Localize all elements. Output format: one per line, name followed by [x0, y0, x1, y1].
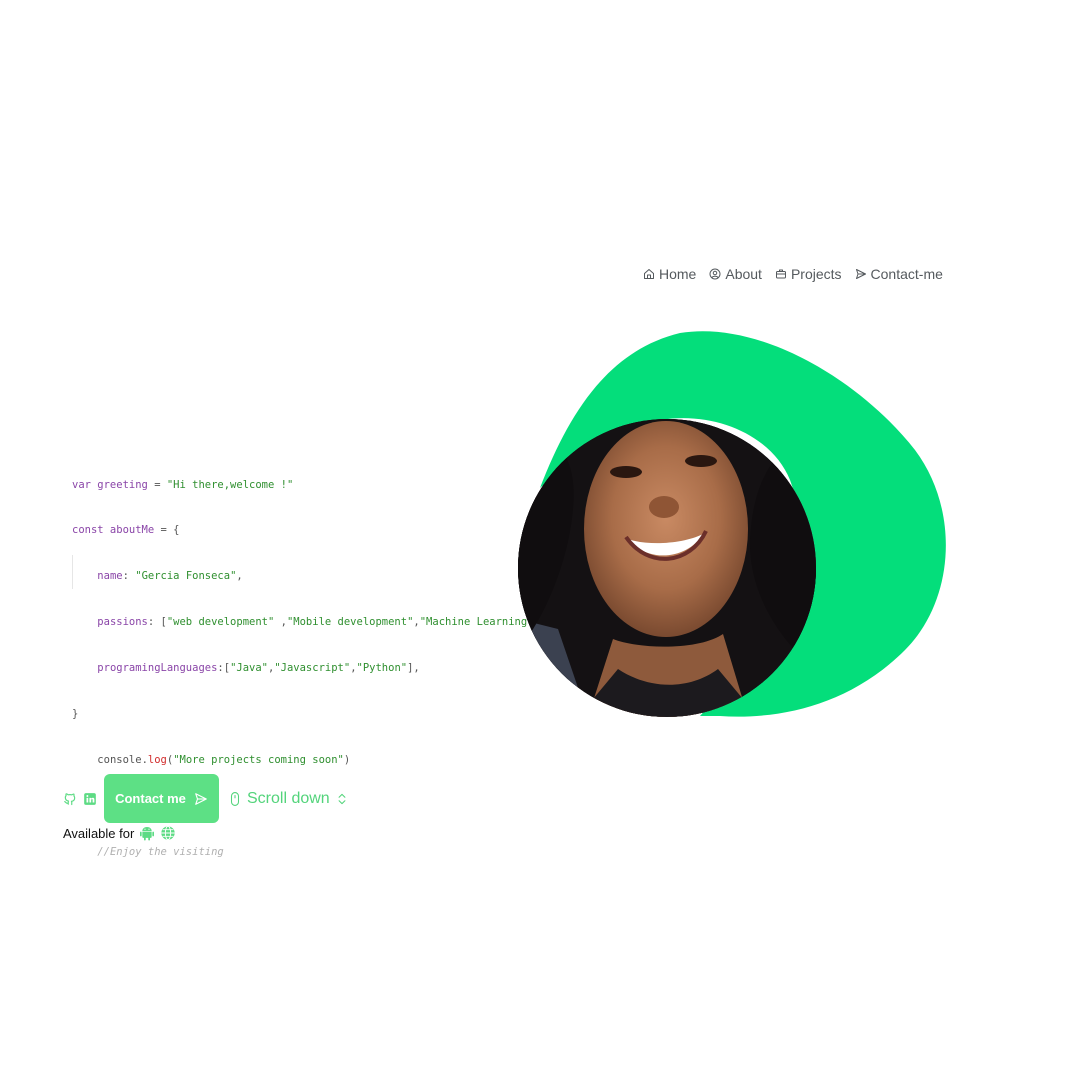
globe-icon: [161, 825, 175, 841]
code-line: var greeting = "Hi there,welcome !": [72, 478, 294, 491]
nav-contact[interactable]: Contact-me: [855, 266, 943, 282]
code-line: }: [72, 708, 79, 721]
mouse-icon: [230, 791, 240, 806]
action-row: Contact me Scroll down: [63, 774, 348, 823]
code-line: programingLanguages:["Java","Javascript"…: [97, 662, 420, 675]
briefcase-icon: [775, 269, 786, 279]
home-icon: [644, 269, 654, 279]
nav-about[interactable]: About: [709, 266, 762, 282]
chevron-up-down-icon: [338, 793, 346, 804]
android-icon: [140, 827, 155, 841]
linkedin-icon[interactable]: [83, 792, 97, 806]
code-line: passions: ["web development" ,"Mobile de…: [97, 616, 546, 629]
nav-contact-label: Contact-me: [870, 266, 943, 282]
github-icon[interactable]: [63, 792, 77, 806]
contact-me-label: Contact me: [115, 791, 186, 806]
profile-photo: [518, 419, 816, 717]
scroll-down-link[interactable]: Scroll down: [229, 790, 348, 808]
user-circle-icon: [709, 268, 721, 280]
nav-home[interactable]: Home: [643, 266, 696, 282]
contact-me-button[interactable]: Contact me: [104, 774, 219, 823]
send-icon: [855, 269, 866, 279]
profile-avatar: [518, 419, 816, 717]
nav-projects-label: Projects: [790, 266, 842, 282]
top-nav: Home About Projects Contact-me: [643, 266, 943, 282]
code-line: name: "Gercia Fonseca",: [97, 570, 243, 583]
page: Home About Projects Contact-me var greet…: [0, 0, 1080, 1080]
code-line: console.log("More projects coming soon"): [97, 753, 351, 766]
code-line: //Enjoy the visiting: [97, 845, 224, 858]
send-icon: [195, 792, 207, 805]
code-indent-guide: [72, 555, 73, 589]
nav-projects[interactable]: Projects: [775, 266, 842, 282]
scroll-down-label: Scroll down: [247, 789, 330, 807]
nav-about-label: About: [725, 266, 762, 282]
code-line: const aboutMe = {: [72, 524, 180, 537]
available-for: Available for: [63, 825, 176, 841]
nav-home-label: Home: [659, 266, 697, 282]
available-for-label: Available for: [63, 825, 135, 841]
